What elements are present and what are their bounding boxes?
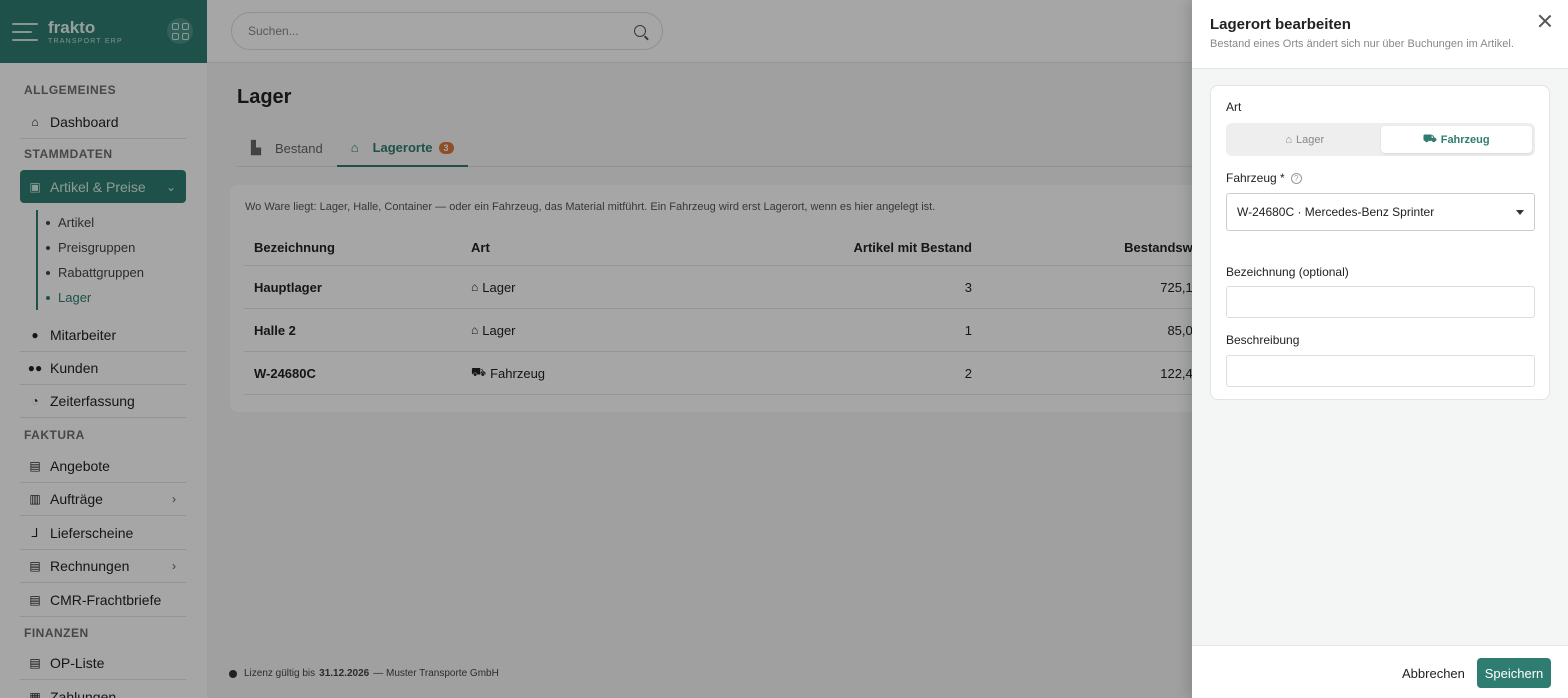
name-input[interactable] bbox=[1226, 286, 1535, 318]
truck-icon: ⛟ bbox=[1422, 132, 1437, 145]
art-segmented-control: ⌂ Lager ⛟ Fahrzeug bbox=[1226, 123, 1535, 156]
art-option-fahrzeug[interactable]: ⛟ Fahrzeug bbox=[1380, 126, 1532, 153]
vehicle-value: W-24680C · Mercedes-Benz Sprinter bbox=[1237, 205, 1435, 219]
name-label: Bezeichnung (optional) bbox=[1226, 265, 1349, 279]
help-icon[interactable]: ? bbox=[1290, 173, 1302, 185]
art-label: Art bbox=[1226, 100, 1242, 114]
option-label: Fahrzeug bbox=[1440, 133, 1490, 146]
close-icon[interactable] bbox=[1538, 14, 1552, 28]
modal-backdrop[interactable] bbox=[0, 0, 1192, 698]
description-input[interactable] bbox=[1226, 355, 1535, 387]
vehicle-label: Fahrzeug * bbox=[1226, 171, 1285, 185]
form-card: Art ⌂ Lager ⛟ Fahrzeug Fahrzeug *? W-24680… bbox=[1210, 85, 1550, 400]
edit-location-drawer: Lagerort bearbeiten Bestand eines Orts ä… bbox=[1192, 0, 1568, 698]
save-button[interactable]: Speichern bbox=[1477, 658, 1551, 688]
option-label: Lager bbox=[1296, 133, 1325, 146]
art-option-lager[interactable]: ⌂ Lager bbox=[1229, 126, 1381, 153]
drawer-footer: Abbrechen Speichern bbox=[1192, 645, 1568, 698]
drawer-header: Lagerort bearbeiten Bestand eines Orts ä… bbox=[1192, 0, 1568, 69]
caret-down-icon bbox=[1516, 209, 1524, 215]
drawer-subtitle: Bestand eines Orts ändert sich nur über … bbox=[1210, 38, 1514, 50]
warehouse-icon: ⌂ bbox=[1285, 133, 1292, 146]
description-label: Beschreibung bbox=[1226, 333, 1300, 347]
vehicle-select[interactable]: W-24680C · Mercedes-Benz Sprinter bbox=[1226, 193, 1535, 231]
vehicle-label-row: Fahrzeug *? bbox=[1226, 171, 1302, 185]
cancel-button[interactable]: Abbrechen bbox=[1394, 658, 1473, 688]
drawer-title: Lagerort bearbeiten bbox=[1210, 16, 1351, 33]
